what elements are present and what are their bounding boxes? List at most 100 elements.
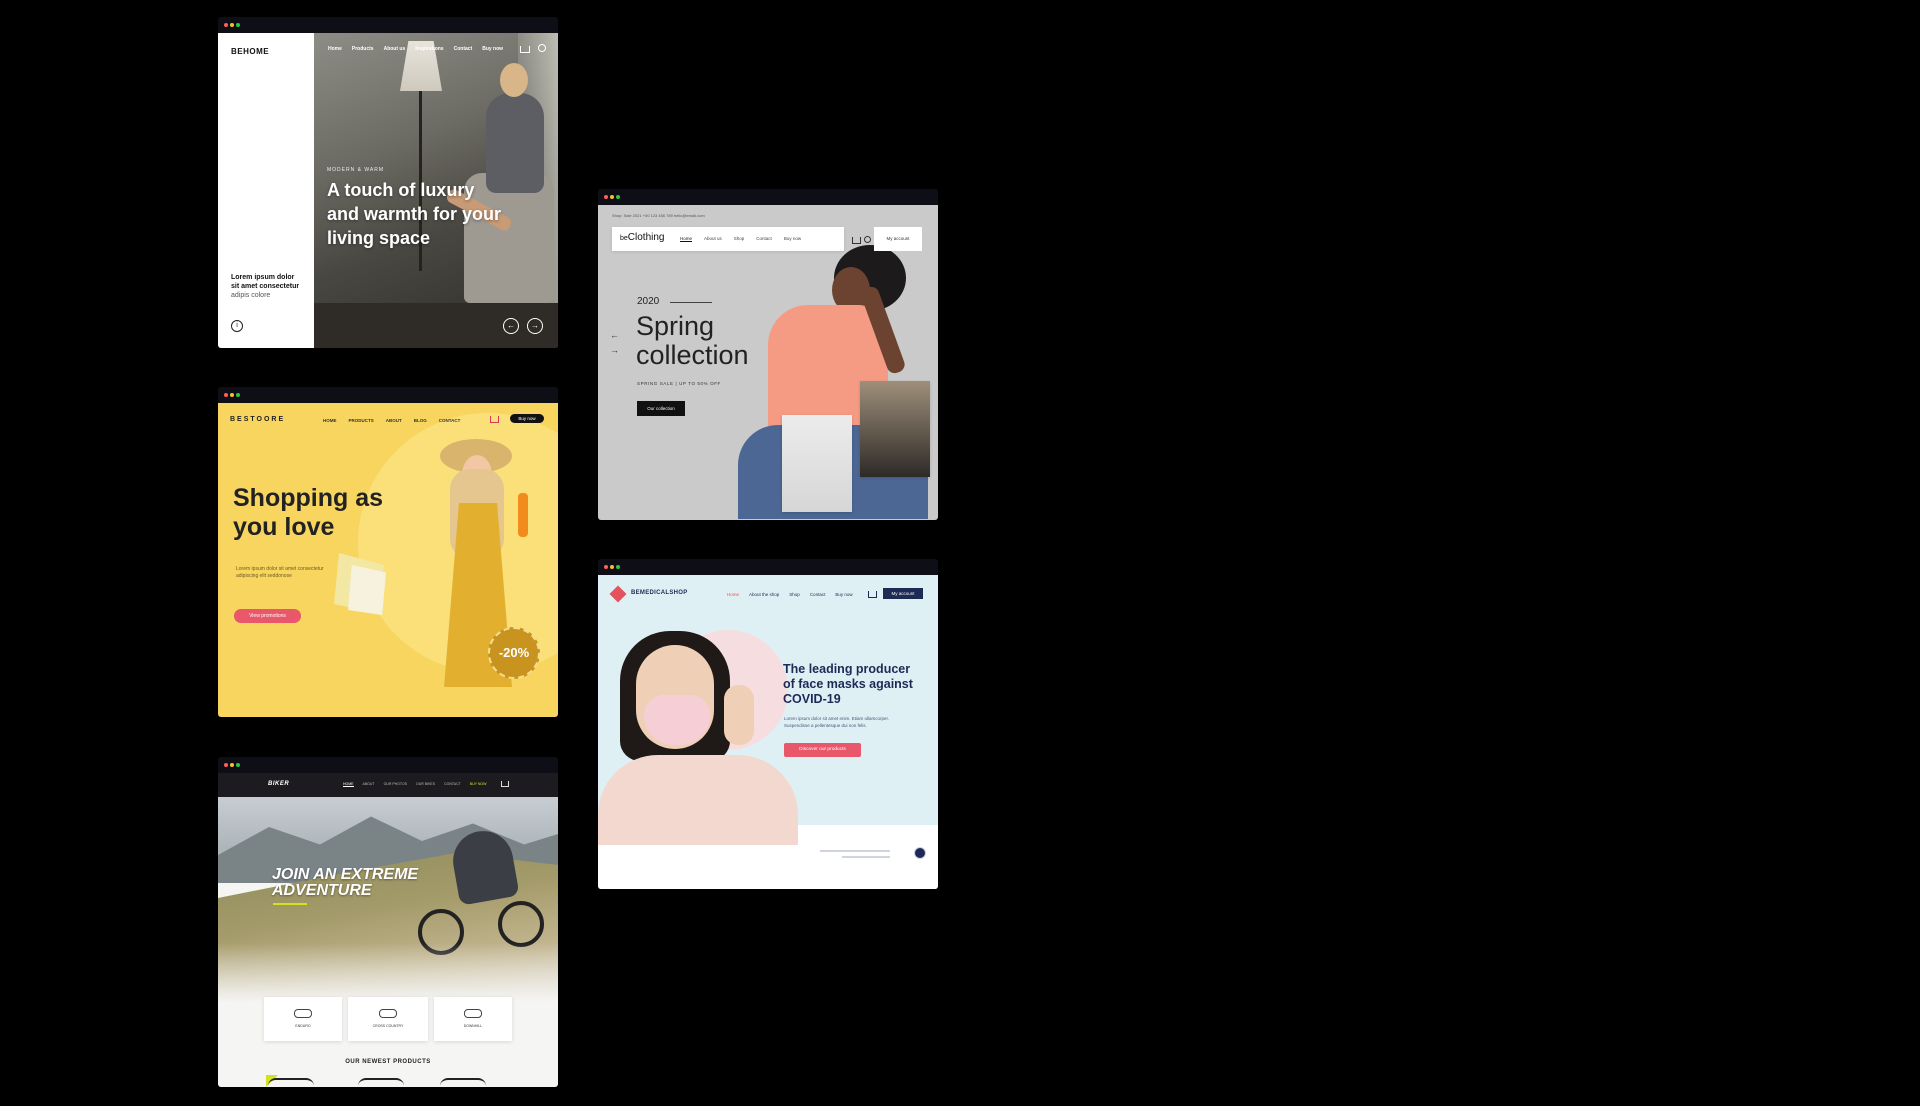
nav-contact[interactable]: CONTACT — [439, 418, 461, 423]
nav-buy-now[interactable]: BUY NOW — [470, 782, 487, 787]
minimize-dot-icon[interactable] — [230, 393, 234, 397]
nav-products[interactable]: PRODUCTS — [349, 418, 374, 423]
beclothing-screen: Shop: Sale 2021 +00 123 456 789 hello@em… — [598, 205, 938, 520]
bike-icon — [379, 1009, 397, 1018]
nav-shop[interactable]: Shop — [789, 592, 800, 597]
maximize-dot-icon[interactable] — [236, 393, 240, 397]
nav-blog[interactable]: BLOG — [414, 418, 427, 423]
logo-prefix: be — [620, 235, 628, 242]
cart-icon[interactable] — [520, 46, 530, 53]
account-box[interactable]: My account — [874, 227, 922, 251]
product-bike-2[interactable] — [358, 1078, 404, 1087]
nav-our-bikes[interactable]: OUR BIKES — [416, 782, 435, 787]
white-sidebar — [218, 33, 314, 348]
view-promotions-button[interactable]: View promotions — [234, 609, 301, 623]
nav-products[interactable]: Products — [352, 46, 374, 52]
bemedical-logo[interactable]: BEMEDICALSHOP — [631, 590, 688, 596]
nav-buy-now[interactable]: Buy now — [482, 46, 503, 52]
nav-our-photos[interactable]: OUR PHOTOS — [384, 782, 407, 787]
nav-home[interactable]: Home — [727, 592, 739, 597]
minimize-dot-icon[interactable] — [610, 565, 614, 569]
beclothing-logo[interactable]: beClothing — [620, 232, 665, 243]
headline-line: The leading producer — [783, 662, 911, 676]
biker-logo[interactable]: BIKER — [268, 781, 289, 787]
nav-contact[interactable]: Contact — [454, 46, 473, 52]
nav-buy-now[interactable]: Buy now — [784, 236, 801, 242]
bestore-window[interactable]: BESTOORE HOME PRODUCTS ABOUT BLOG CONTAC… — [218, 387, 558, 717]
discount-text: -20% — [498, 645, 530, 660]
title-bar — [218, 757, 558, 773]
cart-icon[interactable] — [868, 591, 877, 598]
nav-inspirations[interactable]: Inspirations — [415, 46, 443, 52]
sub-line: Suspendisse a pellentesque dui non felis… — [784, 723, 867, 728]
close-dot-icon[interactable] — [604, 565, 608, 569]
nav-home[interactable]: HOME — [323, 418, 337, 423]
nav-contact[interactable]: CONTACT — [444, 782, 461, 787]
search-icon[interactable] — [538, 44, 546, 52]
product-bike-1[interactable] — [268, 1078, 314, 1087]
hero-sub: Lorem ipsum dolor sit amet enim. Etiam u… — [784, 715, 889, 729]
nav-buy-now-button[interactable]: Buy now — [510, 414, 544, 423]
product-thumb-2[interactable] — [860, 381, 930, 477]
close-dot-icon[interactable] — [604, 195, 608, 199]
nav-home[interactable]: HOME — [343, 782, 354, 787]
nav-about[interactable]: About us — [704, 236, 722, 242]
biker-window[interactable]: BIKER HOME ABOUT OUR PHOTOS OUR BIKES CO… — [218, 757, 558, 1087]
nav-contact[interactable]: Contact — [810, 592, 826, 597]
cart-icon[interactable] — [501, 781, 509, 787]
bike-icon — [294, 1009, 312, 1018]
close-dot-icon[interactable] — [224, 763, 228, 767]
close-dot-icon[interactable] — [224, 23, 228, 27]
nav-about[interactable]: ABOUT — [386, 418, 402, 423]
category-card-enduro[interactable]: ENDURO — [264, 997, 342, 1041]
product-thumb-1[interactable] — [782, 415, 852, 512]
prev-arrow-button[interactable]: ← — [610, 330, 619, 340]
bestore-logo[interactable]: BESTOORE — [230, 416, 285, 423]
info-icon[interactable]: i — [231, 320, 243, 332]
hero-tagline: MODERN & WARM — [327, 167, 384, 173]
nav-shop[interactable]: Shop — [734, 236, 745, 242]
minimize-dot-icon[interactable] — [230, 23, 234, 27]
minimize-dot-icon[interactable] — [230, 763, 234, 767]
nav-about[interactable]: ABOUT — [363, 782, 375, 787]
behome-logo[interactable]: BEHOME — [231, 47, 269, 56]
nav-buy-now[interactable]: Buy now — [835, 592, 852, 597]
nav-home[interactable]: Home — [328, 46, 342, 52]
next-arrow-button[interactable]: → — [610, 345, 619, 355]
discover-products-button[interactable]: Discover our products — [784, 743, 861, 757]
bemedical-window[interactable]: BEMEDICALSHOP Home About the shop Shop C… — [598, 559, 938, 889]
category-card-cross-country[interactable]: CROSS COUNTRY — [348, 997, 428, 1041]
headline-underline — [273, 903, 307, 905]
account-label: My account — [886, 236, 910, 241]
maximize-dot-icon[interactable] — [236, 23, 240, 27]
behome-screen: BEHOME Lorem ipsum dolor sit amet consec… — [218, 33, 558, 348]
cart-icon[interactable] — [852, 237, 861, 244]
prev-arrow-button[interactable]: ← — [503, 318, 519, 334]
nav-about[interactable]: About us — [384, 46, 406, 52]
footer-text-line — [842, 856, 890, 858]
model-hand — [724, 685, 754, 745]
model-shirt — [598, 755, 798, 845]
hero-headline: Spring collection — [636, 312, 749, 370]
maximize-dot-icon[interactable] — [616, 195, 620, 199]
title-bar — [218, 387, 558, 403]
cart-icon[interactable] — [490, 416, 499, 423]
close-dot-icon[interactable] — [224, 393, 228, 397]
beclothing-window[interactable]: Shop: Sale 2021 +00 123 456 789 hello@em… — [598, 189, 938, 520]
next-arrow-button[interactable]: → — [527, 318, 543, 334]
maximize-dot-icon[interactable] — [236, 763, 240, 767]
category-card-downhill[interactable]: DOWNHILL — [434, 997, 512, 1041]
nav-home[interactable]: Home — [680, 236, 693, 242]
my-account-button[interactable]: My account — [883, 588, 923, 599]
hero-fade — [218, 943, 558, 1003]
behome-window[interactable]: BEHOME Lorem ipsum dolor sit amet consec… — [218, 17, 558, 348]
our-collection-button[interactable]: Our collection — [637, 401, 685, 416]
product-bike-3[interactable] — [440, 1078, 486, 1087]
nav-about[interactable]: About the shop — [749, 592, 779, 597]
headline-line: Spring — [636, 311, 715, 341]
maximize-dot-icon[interactable] — [616, 565, 620, 569]
search-icon[interactable] — [864, 236, 871, 243]
category-label: ENDURO — [295, 1024, 311, 1028]
minimize-dot-icon[interactable] — [610, 195, 614, 199]
nav-contact[interactable]: Contact — [756, 236, 772, 242]
